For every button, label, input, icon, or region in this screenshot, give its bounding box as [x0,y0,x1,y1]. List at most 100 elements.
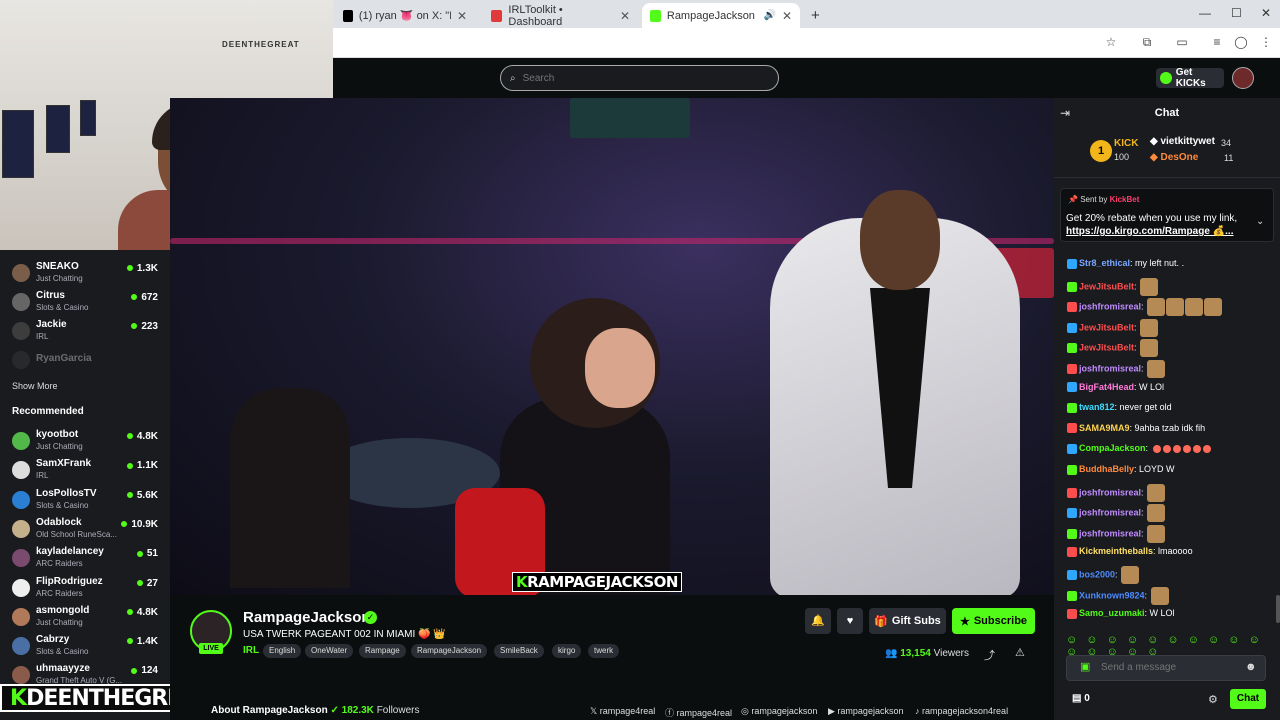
chat-username[interactable]: BigFat4Head [1079,382,1134,392]
browser-tab-kick[interactable]: RampageJackson Stream - 🔊 ✕ [642,3,800,28]
chat-username[interactable]: Kickmeintheballs [1079,546,1153,556]
sidebar-item-recommended[interactable]: Cabrzy Slots & Casino 1.4K [0,631,170,660]
address-bar[interactable] [333,28,1280,58]
chat-username[interactable]: Str8_ethical [1079,258,1130,268]
chat-username[interactable]: Samo_uzumaki [1079,608,1145,618]
user-avatar[interactable] [1232,67,1254,89]
pinned-sender-name[interactable]: KickBet [1110,195,1140,204]
chat-message[interactable]: Samo_uzumaki: W LOl [1067,607,1175,619]
chat-message[interactable]: JewJitsuBelt: [1067,339,1159,358]
collapse-chat-icon[interactable]: ⇥ [1060,106,1070,120]
browser-tab-irltoolkit[interactable]: IRLToolkit • Dashboard ✕ [483,3,638,28]
chat-message[interactable]: CompaJackson: [1067,442,1211,455]
chat-message[interactable]: BigFat4Head: W LOl [1067,381,1164,393]
search-box[interactable]: ⌕ [500,65,779,91]
stream-category[interactable]: IRL [243,645,259,656]
close-tab-icon[interactable]: ✕ [457,9,467,23]
show-more-link[interactable]: Show More [12,381,58,391]
pinned-link[interactable]: https://go.kirgo.com/Rampage 💰... [1066,226,1233,237]
chat-message[interactable]: Str8_ethical: my left nut. . [1067,257,1184,269]
sidebar-item-following[interactable]: SNEAKO Just Chatting 1.3K [0,258,170,287]
video-player[interactable] [170,98,1054,595]
tag-chip[interactable]: Rampage [359,644,406,658]
chat-message[interactable]: Xunknown9824: [1067,586,1169,605]
chat-username[interactable]: CompaJackson [1079,443,1146,453]
leaderboard-user[interactable]: ◆ DesOne [1150,152,1198,163]
share-icon[interactable]: ⤴ [984,647,995,663]
close-tab-icon[interactable]: ✕ [782,9,792,23]
chat-send-button[interactable]: Chat [1230,689,1266,709]
chat-username[interactable]: joshfromisreal [1079,508,1141,518]
browser-tab-x[interactable]: (1) ryan 👅 on X: "Konvy's drive ✕ [335,3,475,28]
chat-input-box[interactable] [1066,655,1266,681]
gift-subs-button[interactable]: 🎁 Gift Subs [869,608,946,634]
sidebar-item-recommended[interactable]: FlipRodriguez ARC Raiders 27 [0,573,170,602]
chat-username[interactable]: joshfromisreal [1079,528,1141,538]
tag-chip[interactable]: English [263,644,302,658]
social-facebook-link[interactable]: ⓕ rampage4real [665,706,732,719]
tag-chip[interactable]: kirgo [552,644,582,658]
sidebar-item-recommended[interactable]: LosPollosTV Slots & Casino 5.6K [0,485,170,514]
kicks-balance[interactable]: ▤ 0 [1072,693,1090,704]
close-window-icon[interactable]: ✕ [1261,6,1271,20]
menu-icon[interactable]: ⋮ [1259,35,1273,49]
profile-icon[interactable]: ◯ [1234,35,1248,49]
sidebar-item-recommended[interactable]: kyootbot Just Chatting 4.8K [0,426,170,455]
sidebar-item-following[interactable]: Citrus Slots & Casino 672 [0,287,170,316]
tag-chip[interactable]: RampageJackson [411,644,488,658]
follow-heart-button[interactable]: ♥ [837,608,863,634]
audio-icon[interactable]: 🔊 [763,10,775,21]
media-icon[interactable]: ≡ [1210,35,1224,49]
search-input[interactable] [522,72,753,84]
bookmark-star-icon[interactable]: ☆ [1104,35,1118,49]
chat-username[interactable]: bos2000 [1079,569,1115,579]
sidebar-item-recommended[interactable]: SamXFrank IRL 1.1K [0,455,170,484]
chat-username[interactable]: joshfromisreal [1079,487,1141,497]
subscribe-button[interactable]: ★ Subscribe [952,608,1035,634]
social-tiktok-link[interactable]: ♪ rampagejackson4real [915,706,1008,716]
minimize-icon[interactable]: — [1199,6,1211,20]
chat-username[interactable]: SAMA9MA9 [1079,423,1130,433]
chat-message[interactable]: joshfromisreal: [1067,298,1223,317]
chat-message[interactable]: twan812: never get old [1067,401,1172,413]
emoji-icon[interactable]: ☻ [1245,661,1257,673]
leaderboard-user[interactable]: ◆ vietkittywet [1150,136,1215,147]
chat-message[interactable]: joshfromisreal: [1067,524,1166,543]
chat-message[interactable]: BuddhaBelly: LOYD W [1067,463,1175,475]
sidebar-item-following[interactable]: Jackie IRL 223 [0,316,170,345]
tag-chip[interactable]: SmileBack [494,644,544,658]
get-kicks-button[interactable]: Get KICKs [1156,67,1224,89]
chat-message[interactable]: JewJitsuBelt: [1067,318,1159,337]
chat-username[interactable]: JewJitsuBelt [1079,281,1134,291]
chat-username[interactable]: BuddhaBelly [1079,464,1134,474]
chat-emote-picker-icon[interactable]: ▣ [1080,660,1090,673]
extensions-icon[interactable]: ⧉ [1140,35,1154,49]
chat-message-input[interactable] [1101,662,1231,673]
tag-chip[interactable]: twerk [588,644,620,658]
expand-pinned-icon[interactable]: ⌄ [1256,216,1264,227]
social-x-link[interactable]: 𝕏 rampage4real [590,706,655,717]
close-tab-icon[interactable]: ✕ [620,9,630,23]
chat-message[interactable]: joshfromisreal: [1067,360,1166,378]
chat-message[interactable]: joshfromisreal: [1067,504,1166,523]
sidebar-item-recommended[interactable]: kayladelancey ARC Raiders 51 [0,543,170,572]
chat-scrollbar[interactable] [1276,595,1280,623]
cast-icon[interactable]: ▭ [1175,35,1189,49]
chat-message[interactable]: Kickmeintheballs: lmaoooo [1067,545,1193,558]
chat-username[interactable]: JewJitsuBelt [1079,343,1134,353]
sidebar-item-recommended[interactable]: asmongold Just Chatting 4.8K [0,602,170,631]
social-youtube-link[interactable]: ▶ rampagejackson [828,706,903,717]
report-icon[interactable]: ⚠ [1015,646,1025,659]
chat-settings-icon[interactable]: ⚙ [1208,693,1218,706]
chat-message[interactable]: JewJitsuBelt: [1067,277,1159,296]
chat-message[interactable]: SAMA9MA9: 9ahba tzab idk fih [1067,422,1205,434]
channel-name[interactable]: RampageJackson [243,609,371,626]
chat-message[interactable]: bos2000: [1067,566,1140,584]
chat-message[interactable]: joshfromisreal: [1067,483,1166,502]
tag-chip[interactable]: OneWater [305,644,354,658]
sidebar-item-recommended[interactable]: Odablock Old School RuneSca... 10.9K [0,514,170,543]
chat-username[interactable]: twan812 [1079,402,1115,412]
sidebar-item-following[interactable]: RyanGarcia [0,345,170,374]
chat-username[interactable]: joshfromisreal [1079,363,1141,373]
chat-username[interactable]: JewJitsuBelt [1079,322,1134,332]
